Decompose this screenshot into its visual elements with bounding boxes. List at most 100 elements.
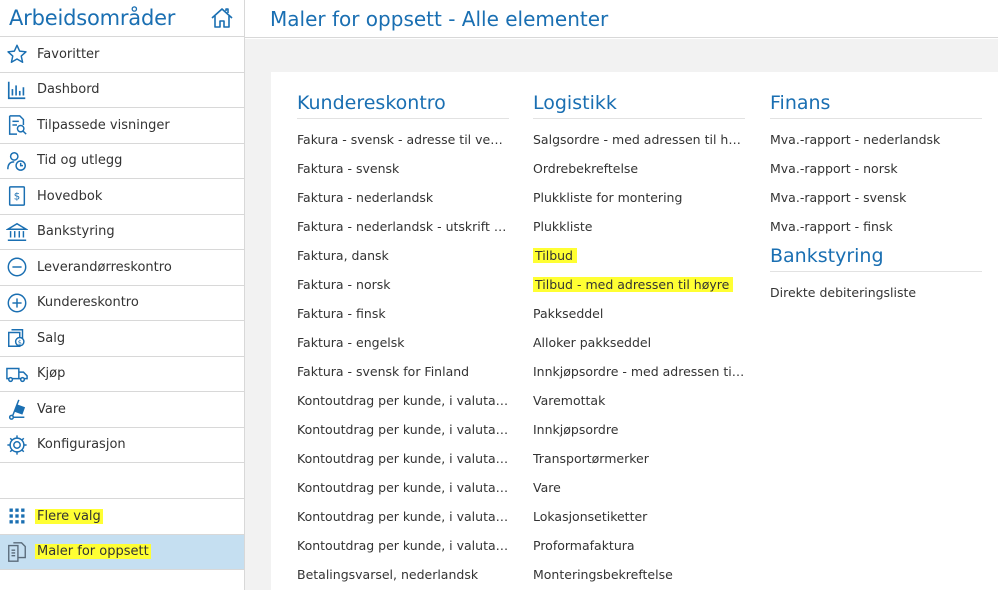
main-area: Kundereskontro Fakura - svensk - adresse… (245, 39, 998, 590)
sidebar-item-konfigurasjon[interactable]: Konfigurasjon (0, 428, 244, 463)
template-link[interactable]: Direkte debiteringsliste (770, 278, 982, 307)
template-link-label: Kontoutdrag per kunde, i valuta - sv... (297, 393, 509, 408)
sidebar-item-salg[interactable]: $ Salg (0, 321, 244, 357)
sidebar-item-label: Kundereskontro (37, 295, 139, 311)
template-link[interactable]: Fakura - svensk - adresse til venstre (297, 125, 509, 154)
sales-icon: $ (5, 326, 29, 350)
sidebar-item-vare[interactable]: Vare (0, 392, 244, 428)
sidebar: Arbeidsområder Favoritter Dashbord Tilpa… (0, 0, 245, 590)
template-link[interactable]: Faktura - finsk (297, 299, 509, 328)
template-link[interactable]: Salgsordre - med adressen til høyre (533, 125, 745, 154)
template-link[interactable]: Pakkseddel (533, 299, 745, 328)
template-link[interactable]: Kontoutdrag per kunde, i valuta - en... (297, 444, 509, 473)
hand-truck-icon (5, 397, 29, 421)
template-link-label: Plukkliste (533, 219, 593, 234)
column-title: Kundereskontro (297, 92, 509, 119)
template-list: Fakura - svensk - adresse til venstre Fak… (297, 125, 509, 589)
template-link-label: Faktura - nederlandsk (297, 190, 434, 205)
template-link-label: Faktura, dansk (297, 248, 389, 263)
template-link[interactable]: Mva.-rapport - nederlandsk (770, 125, 982, 154)
sidebar-item-favoritter[interactable]: Favoritter (0, 37, 244, 73)
template-link[interactable]: Ordrebekreftelse (533, 154, 745, 183)
sidebar-item-kundereskontro[interactable]: Kundereskontro (0, 286, 244, 321)
sidebar-item-label: Favoritter (37, 46, 100, 62)
sidebar-item-label: Hovedbok (37, 188, 103, 204)
template-link[interactable]: Lokasjonsetiketter (533, 502, 745, 531)
sidebar-item-flere-valg[interactable]: Flere valg (0, 499, 244, 535)
sidebar-item-label: Leverandørreskontro (37, 259, 172, 275)
template-link[interactable]: Mva.-rapport - finsk (770, 212, 982, 241)
template-link[interactable]: Varemottak (533, 386, 745, 415)
template-link[interactable]: Transportørmerker (533, 444, 745, 473)
templates-icon (5, 540, 29, 564)
sidebar-item-maler-for-oppsett[interactable]: Maler for oppsett (0, 534, 244, 570)
template-link-label: Kontoutdrag per kunde, i valuta - sv... (297, 422, 509, 437)
grid-icon (5, 504, 29, 528)
template-link-label: Mva.-rapport - svensk (770, 190, 907, 205)
template-link[interactable]: Plukkliste (533, 212, 745, 241)
truck-icon (5, 362, 29, 386)
template-link-label: Monteringsbekreftelse (533, 567, 673, 582)
template-link[interactable]: Plukkliste for montering (533, 183, 745, 212)
sidebar-item-label: Vare (37, 401, 66, 417)
template-link-label: Faktura - norsk (297, 277, 391, 292)
template-link-label: Transportørmerker (533, 451, 649, 466)
star-icon (5, 42, 29, 66)
template-link-label: Innkjøpsordre (533, 422, 619, 437)
ledger-icon: $ (5, 184, 29, 208)
sidebar-item-label: Dashbord (37, 82, 100, 98)
template-link[interactable]: Faktura - engelsk (297, 328, 509, 357)
template-list: Direkte debiteringsliste (770, 278, 982, 307)
template-link[interactable]: Kontoutdrag per kunde, i valuta - ne... (297, 531, 509, 560)
template-link-label: Tilbud - med adressen til høyre (533, 277, 734, 292)
template-list: Mva.-rapport - nederlandsk Mva.-rapport -… (770, 125, 982, 241)
template-link[interactable]: Monteringsbekreftelse (533, 560, 745, 589)
template-link-label: Kontoutdrag per kunde, i valuta - en... (297, 451, 509, 466)
time-expense-icon (5, 149, 29, 173)
template-link[interactable]: Faktura, dansk (297, 241, 509, 270)
template-link[interactable]: Alloker pakkseddel (533, 328, 745, 357)
template-link-label: Innkjøpsordre - med adressen til hø... (533, 364, 745, 379)
template-link[interactable]: Kontoutdrag per kunde, i valuta - sv... (297, 415, 509, 444)
template-link[interactable]: Faktura - nederlandsk - utskrift på fo..… (297, 212, 509, 241)
sidebar-item-label: Tid og utlegg (37, 153, 123, 169)
template-link-label: Kontoutdrag per kunde, i valuta - no... (297, 480, 509, 495)
template-link[interactable]: Kontoutdrag per kunde, i valuta - finsk (297, 502, 509, 531)
sidebar-item-tilpassede-visninger[interactable]: Tilpassede visninger (0, 108, 244, 144)
sidebar-item-leverandorreskontro[interactable]: Leverandørreskontro (0, 250, 244, 286)
template-link-label: Mva.-rapport - finsk (770, 219, 893, 234)
template-link[interactable]: Innkjøpsordre - med adressen til hø... (533, 357, 745, 386)
template-link[interactable]: Faktura - svensk (297, 154, 509, 183)
sidebar-item-bankstyring[interactable]: Bankstyring (0, 215, 244, 250)
template-link[interactable]: Proformafaktura (533, 531, 745, 560)
column-logistikk: Logistikk Salgsordre - med adressen til … (533, 92, 745, 589)
sidebar-item-dashbord[interactable]: Dashbord (0, 73, 244, 108)
column-title: Finans (770, 92, 982, 119)
template-link-label: Fakura - svensk - adresse til venstre (297, 132, 509, 147)
sidebar-item-label: Flere valg (35, 508, 103, 524)
plus-circle-icon (5, 291, 29, 315)
template-link[interactable]: Tilbud (533, 241, 745, 270)
sidebar-item-tid-og-utlegg[interactable]: Tid og utlegg (0, 144, 244, 179)
template-link[interactable]: Mva.-rapport - norsk (770, 154, 982, 183)
sidebar-item-hovedbok[interactable]: $ Hovedbok (0, 179, 244, 215)
sidebar-item-label: Tilpassede visninger (37, 117, 170, 133)
template-link[interactable]: Kontoutdrag per kunde, i valuta - sv... (297, 386, 509, 415)
home-icon[interactable] (210, 6, 234, 30)
template-link[interactable]: Vare (533, 473, 745, 502)
template-link-label: Faktura - svensk (297, 161, 400, 176)
template-link-label: Proformafaktura (533, 538, 635, 553)
template-link-label: Mva.-rapport - nederlandsk (770, 132, 941, 147)
template-link[interactable]: Faktura - nederlandsk (297, 183, 509, 212)
template-link-label: Direkte debiteringsliste (770, 285, 917, 300)
template-link[interactable]: Betalingsvarsel, nederlandsk (297, 560, 509, 589)
sidebar-item-label: Konfigurasjon (37, 437, 126, 453)
template-link[interactable]: Kontoutdrag per kunde, i valuta - no... (297, 473, 509, 502)
sidebar-item-kjop[interactable]: Kjøp (0, 357, 244, 392)
template-link[interactable]: Faktura - norsk (297, 270, 509, 299)
template-link[interactable]: Tilbud - med adressen til høyre (533, 270, 745, 299)
column-kundereskontro: Kundereskontro Fakura - svensk - adresse… (297, 92, 509, 589)
template-link[interactable]: Innkjøpsordre (533, 415, 745, 444)
template-link[interactable]: Faktura - svensk for Finland (297, 357, 509, 386)
template-link[interactable]: Mva.-rapport - svensk (770, 183, 982, 212)
